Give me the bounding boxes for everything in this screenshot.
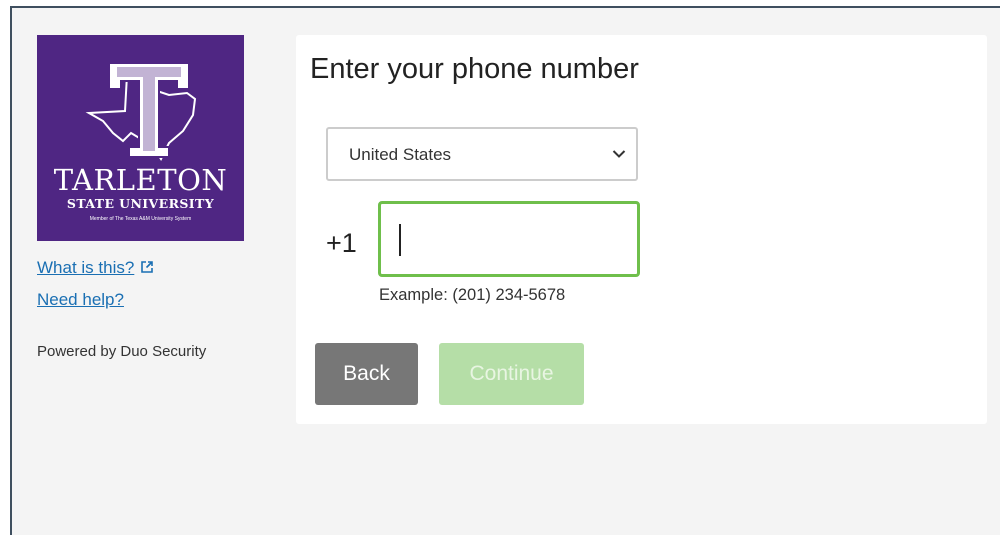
powered-by-text: Powered by Duo Security bbox=[37, 343, 207, 360]
need-help-link[interactable]: Need help? bbox=[37, 290, 124, 310]
country-select-value: United States bbox=[349, 145, 452, 164]
back-button[interactable]: Back bbox=[315, 343, 418, 405]
what-is-this-link[interactable]: What is this? bbox=[37, 258, 154, 279]
tarleton-t-emblem bbox=[85, 62, 197, 161]
country-code-prefix: +1 bbox=[326, 228, 357, 258]
page-title: Enter your phone number bbox=[310, 53, 639, 85]
country-select[interactable]: United States bbox=[326, 127, 638, 181]
text-caret bbox=[399, 224, 401, 256]
phone-entry-panel: Enter your phone number United States +1… bbox=[296, 35, 987, 424]
continue-button[interactable]: Continue bbox=[439, 343, 584, 405]
logo-wordmark-member: Member of The Texas A&M University Syste… bbox=[89, 216, 192, 222]
phone-example-hint: Example: (201) 234-5678 bbox=[379, 286, 566, 304]
logo-wordmark-state-university: STATE UNIVERSITY bbox=[66, 196, 215, 211]
phone-number-input[interactable] bbox=[378, 201, 640, 277]
chevron-down-icon bbox=[612, 150, 626, 158]
tarleton-logo: TARLETON STATE UNIVERSITY Member of The … bbox=[37, 35, 244, 241]
external-link-icon bbox=[140, 259, 154, 279]
what-is-this-label: What is this? bbox=[37, 258, 135, 277]
logo-wordmark-tarleton: TARLETON bbox=[53, 163, 228, 197]
